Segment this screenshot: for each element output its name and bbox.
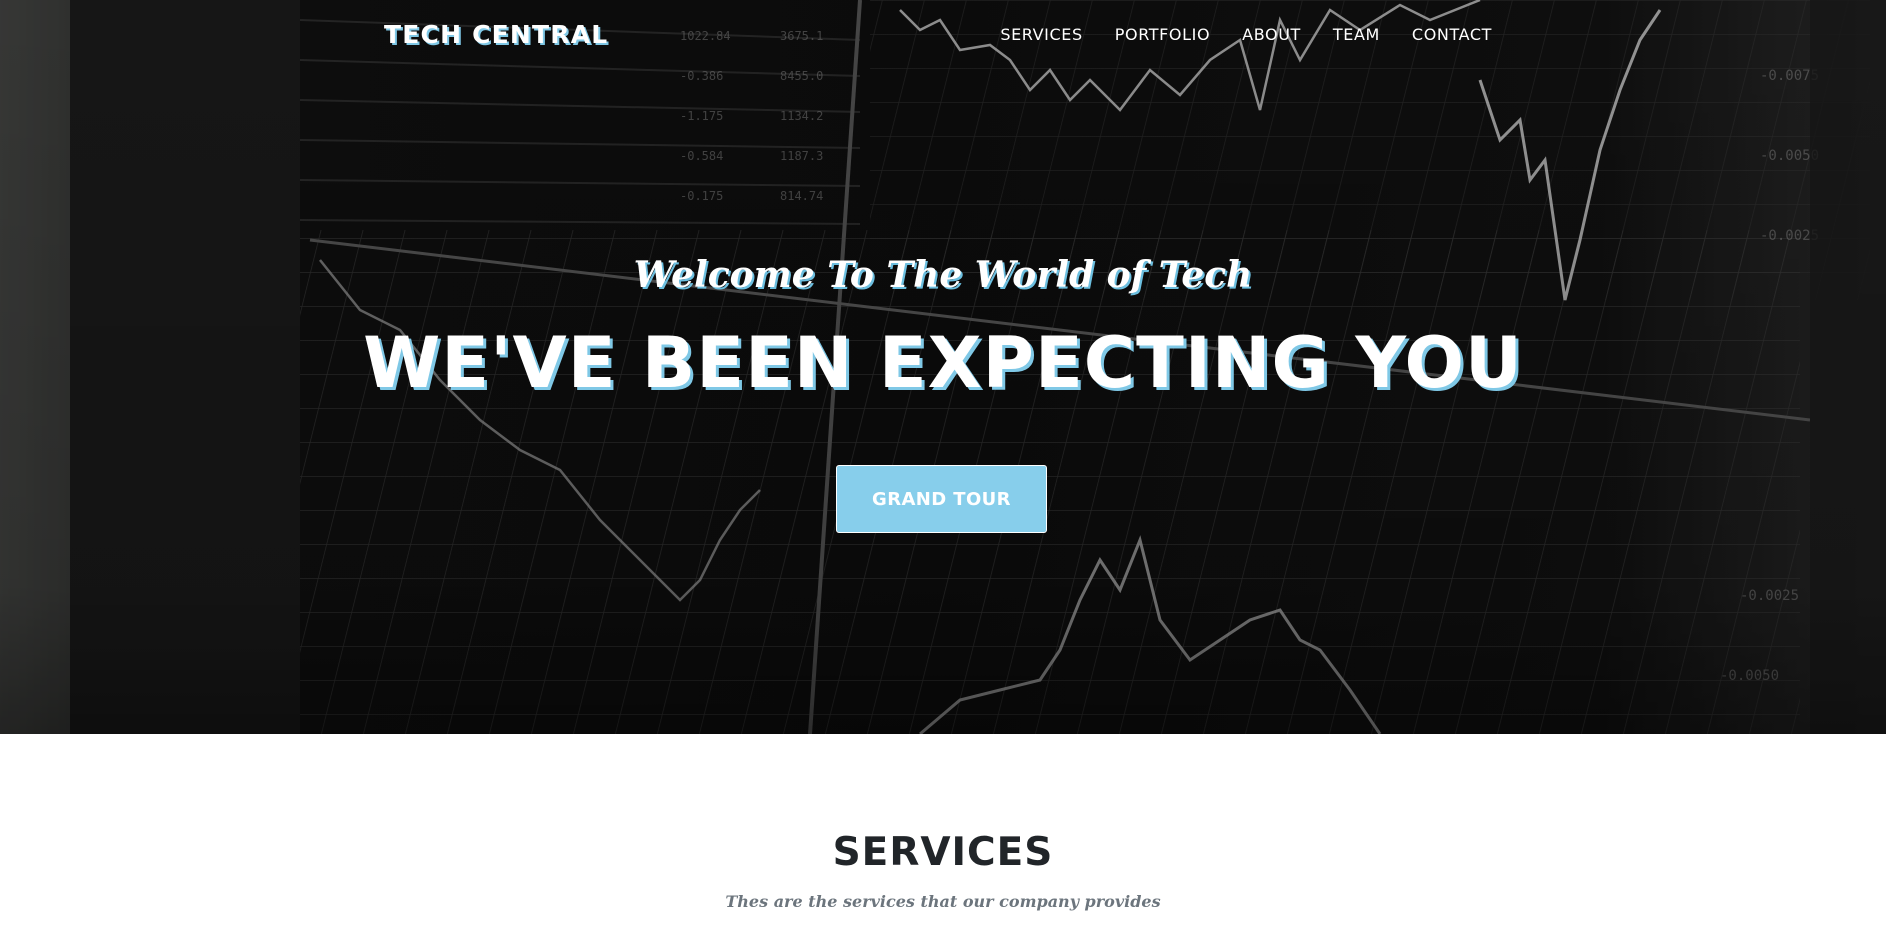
hero-content: Welcome To The World of Tech WE'VE BEEN …: [0, 0, 1886, 734]
grand-tour-button[interactable]: GRAND TOUR: [836, 465, 1047, 533]
brand-logo-link[interactable]: TECH CENTRAL: [384, 20, 608, 49]
nav-link-services[interactable]: SERVICES: [984, 25, 1098, 44]
services-section: SERVICES Thes are the services that our …: [0, 734, 1886, 925]
hero-subheading: Welcome To The World of Tech: [633, 254, 1253, 296]
services-subheading: Thes are the services that our company p…: [725, 892, 1161, 911]
services-heading: SERVICES: [832, 830, 1054, 875]
nav-link-about[interactable]: ABOUT: [1226, 25, 1317, 44]
nav-links: SERVICES PORTFOLIO ABOUT TEAM CONTACT: [984, 25, 1492, 44]
nav-link-portfolio[interactable]: PORTFOLIO: [1099, 25, 1226, 44]
hero-heading: WE'VE BEEN EXPECTING YOU: [363, 322, 1523, 404]
main-navbar: TECH CENTRAL SERVICES PORTFOLIO ABOUT TE…: [0, 0, 1886, 72]
hero-section: 1022.843675.1 -0.3868455.0 -1.1751134.2 …: [0, 0, 1886, 734]
nav-link-team[interactable]: TEAM: [1317, 25, 1396, 44]
nav-link-contact[interactable]: CONTACT: [1396, 25, 1492, 44]
